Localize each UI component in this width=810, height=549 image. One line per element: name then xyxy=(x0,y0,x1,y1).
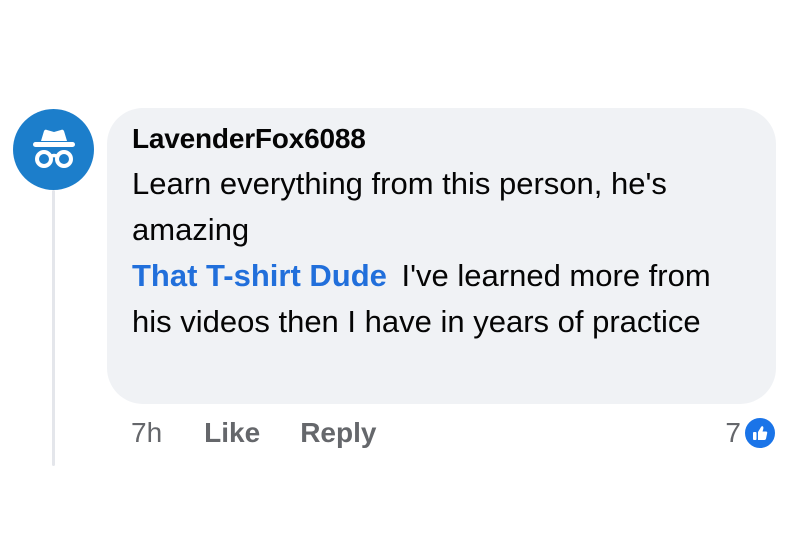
reply-button[interactable]: Reply xyxy=(300,411,376,455)
reaction-count: 7 xyxy=(725,417,741,448)
comment-bubble: LavenderFox6088 Learn everything from th… xyxy=(107,108,776,404)
anonymous-user-icon xyxy=(32,129,75,168)
thread-line xyxy=(52,190,55,466)
like-button[interactable]: Like xyxy=(204,411,260,455)
mention-link[interactable]: That T-shirt Dude xyxy=(132,258,387,293)
comment-reply-line: That T-shirt Dude I've learned more from… xyxy=(132,253,752,345)
thumbs-up-icon xyxy=(743,416,777,450)
comment-actions: 7h Like Reply xyxy=(131,411,416,455)
comment-text: Learn everything from this person, he's … xyxy=(132,166,667,247)
comment-timestamp[interactable]: 7h xyxy=(131,411,162,455)
reaction-summary[interactable]: 7 xyxy=(725,411,777,455)
comment-author[interactable]: LavenderFox6088 xyxy=(132,122,752,156)
avatar[interactable] xyxy=(13,109,94,190)
comment-body: Learn everything from this person, he's … xyxy=(132,161,752,345)
